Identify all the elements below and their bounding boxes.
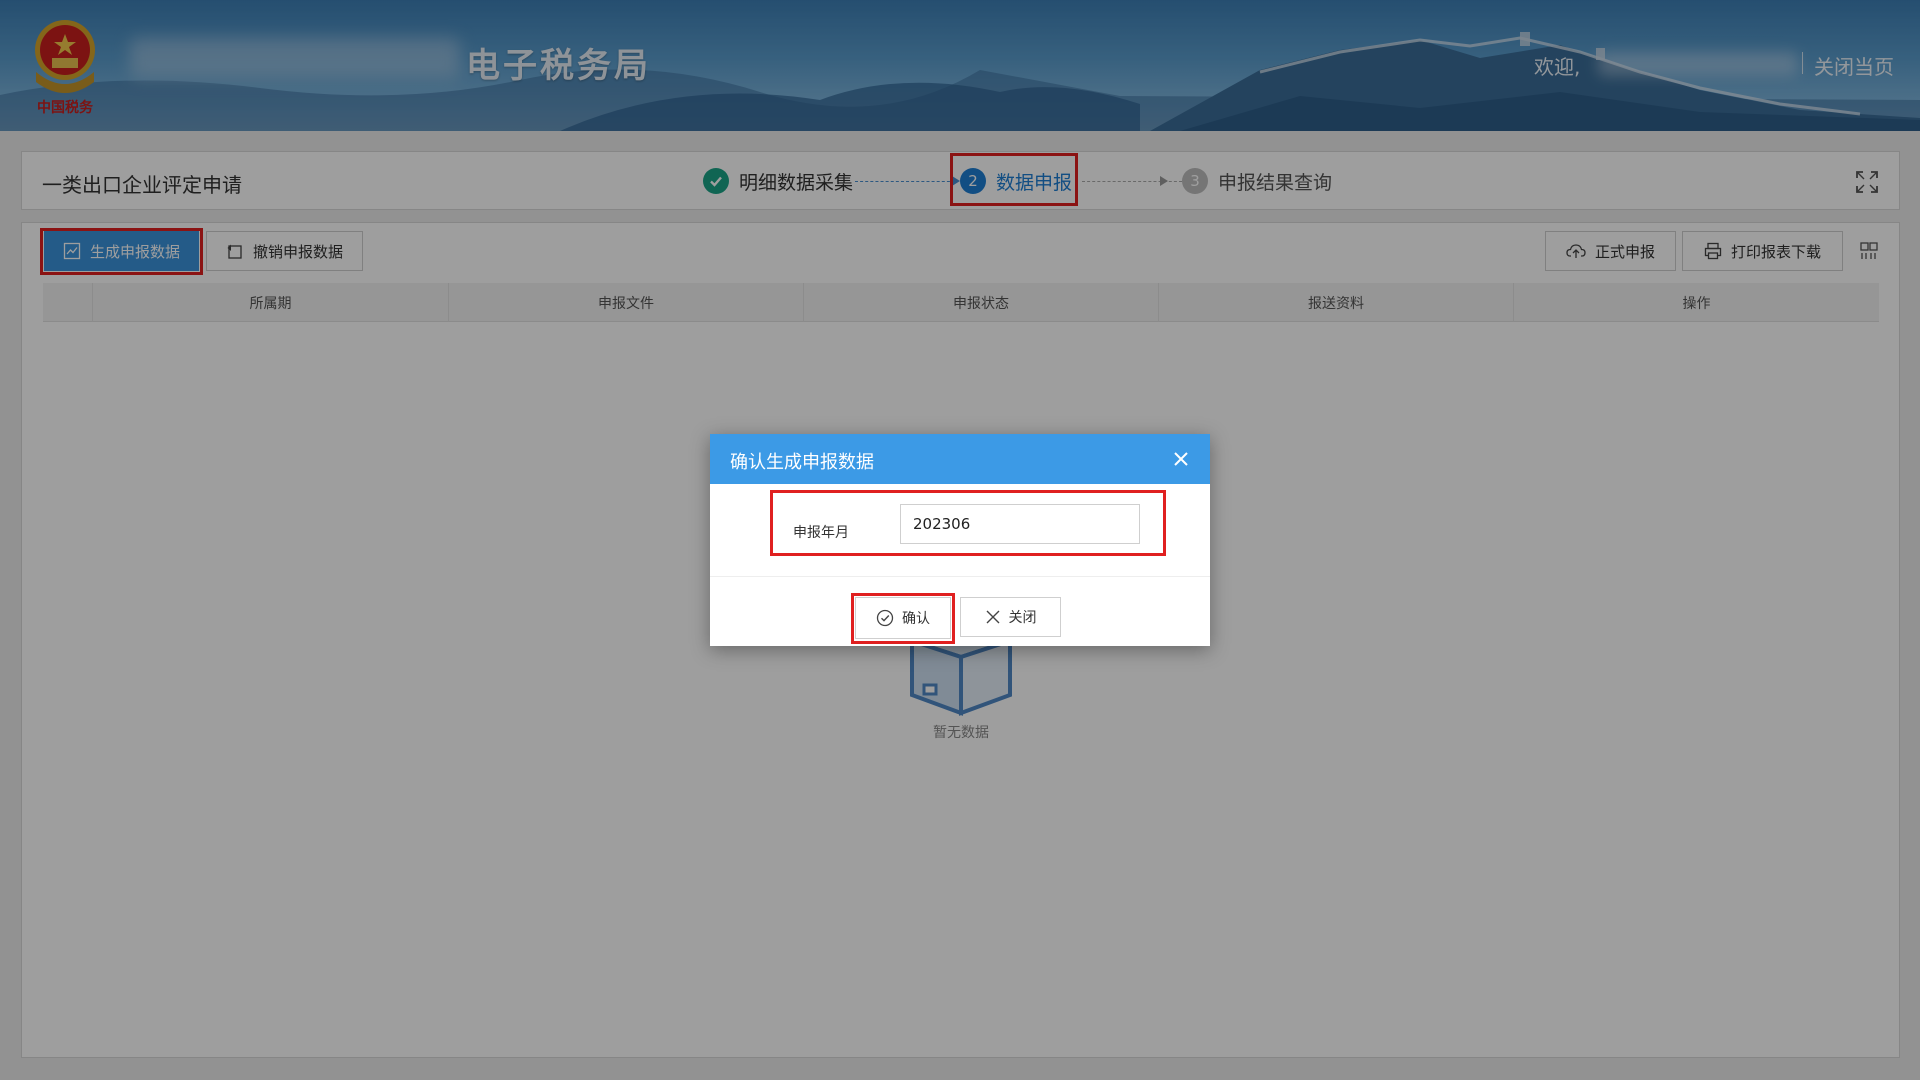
field-highlight-box [770,490,1166,556]
close-dialog-button[interactable]: 关闭 [960,597,1061,637]
close-icon[interactable] [1172,450,1190,468]
close-x-icon [986,610,999,624]
confirm-generate-dialog: 确认生成申报数据 申报年月 确认 关闭 [710,434,1210,646]
dialog-header: 确认生成申报数据 [710,434,1210,484]
dialog-title: 确认生成申报数据 [730,452,874,473]
dialog-footer: 确认 关闭 [710,576,1210,646]
confirm-button-highlight [851,593,955,644]
close-dialog-label: 关闭 [1008,610,1037,626]
dialog-body: 申报年月 [710,484,1210,576]
